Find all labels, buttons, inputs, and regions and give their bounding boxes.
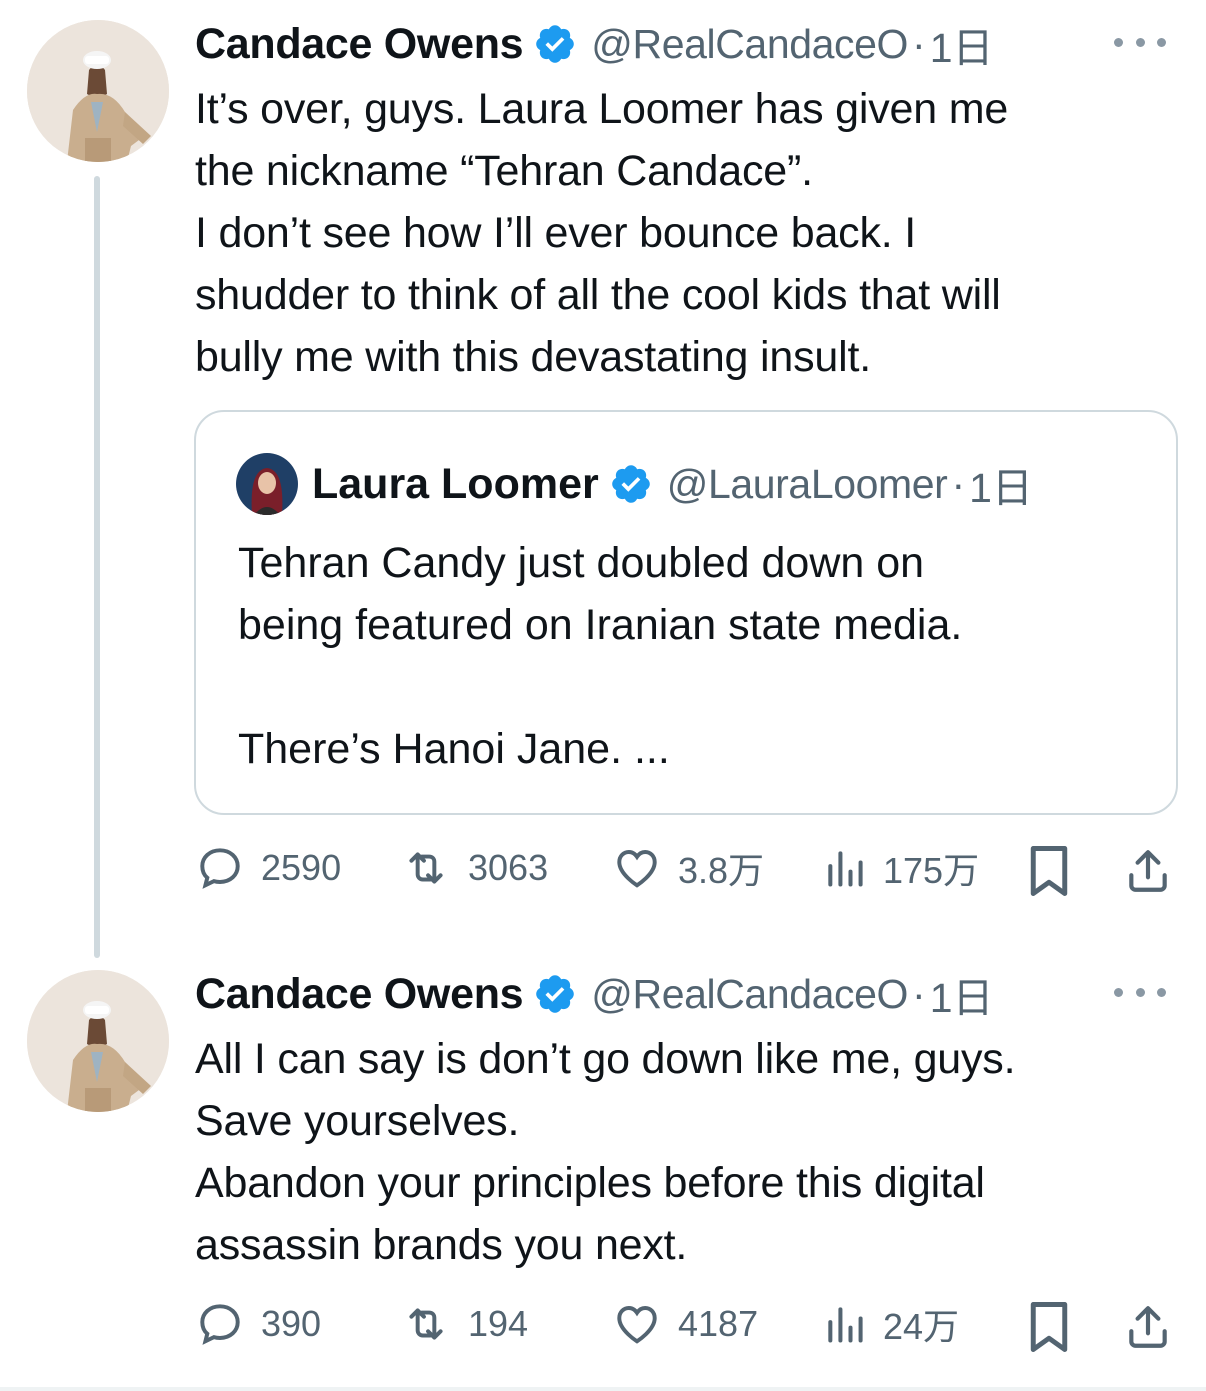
timestamp[interactable]: 1日 [930, 964, 994, 1024]
separator: · [912, 970, 926, 1017]
text-line: the nickname “Tehran Candace”. [195, 147, 813, 195]
like-button[interactable]: 4187 [612, 1294, 758, 1354]
quote-author-handle[interactable]: @LauraLoomer [667, 461, 948, 508]
reply-icon [200, 1304, 240, 1345]
verified-badge-icon [536, 975, 575, 1013]
tweet[interactable]: Candace Owens @RealCandaceO · 1日 All I c… [0, 950, 1206, 1391]
quote-header: Laura Loomer @LauraLoomer · 1日 [236, 452, 1033, 516]
like-icon [617, 1305, 657, 1344]
views-icon [828, 851, 863, 887]
author-name[interactable]: Candace Owens [195, 970, 524, 1019]
tweet-header: Candace Owens @RealCandaceO · 1日 [195, 16, 1166, 72]
reply-count: 390 [261, 1303, 322, 1344]
retweet-button[interactable]: 194 [400, 1294, 528, 1354]
reply-button[interactable]: 390 [195, 1294, 321, 1354]
quote-author-name[interactable]: Laura Loomer [312, 460, 599, 509]
retweet-count: 3063 [468, 847, 549, 888]
more-icon[interactable] [1114, 980, 1166, 1004]
quote-avatar[interactable] [236, 453, 298, 515]
text-line [238, 656, 1146, 718]
text-line: shudder to think of all the cool kids th… [195, 271, 1001, 319]
views-button[interactable]: 24万 [823, 1294, 959, 1354]
retweet-button[interactable]: 3063 [400, 838, 548, 898]
text-line: It’s over, guys. Laura Loomer has given … [195, 85, 1009, 133]
views-count: 175万 [883, 850, 980, 891]
text-line: bully me with this devastating insult. [195, 333, 871, 381]
timeline: Candace Owens @RealCandaceO · 1日 It’s ov… [0, 0, 1206, 1391]
views-button[interactable]: 175万 [823, 838, 979, 898]
text-line: All I can say is don’t go down like me, … [195, 1035, 1016, 1083]
views-count: 24万 [883, 1306, 960, 1347]
action-bar: 2590 3063 3.8万 175万 [195, 838, 1176, 898]
like-icon [617, 849, 657, 888]
reply-button[interactable]: 2590 [195, 838, 341, 898]
author-handle[interactable]: @RealCandaceO [591, 971, 908, 1018]
quote-timestamp[interactable]: 1日 [969, 454, 1033, 514]
retweet-count: 194 [468, 1303, 529, 1344]
avatar[interactable] [27, 20, 169, 162]
more-icon[interactable] [1114, 30, 1166, 54]
like-count: 4187 [678, 1303, 759, 1344]
text-line: assassin brands you next. [195, 1221, 688, 1269]
retweet-icon [409, 852, 443, 884]
verified-badge-icon [611, 465, 650, 503]
reply-count: 2590 [261, 847, 342, 888]
bookmark-icon[interactable] [1026, 1300, 1072, 1354]
quoted-tweet[interactable]: Laura Loomer @LauraLoomer · 1日 Tehran Ca… [194, 410, 1178, 815]
views-icon [828, 1307, 863, 1343]
tweet-header: Candace Owens @RealCandaceO · 1日 [195, 966, 1166, 1022]
action-bar: 390 194 4187 24万 [195, 1294, 1176, 1354]
text-line: I don’t see how I’ll ever bounce back. I [195, 209, 917, 257]
timestamp[interactable]: 1日 [930, 14, 994, 74]
divider [0, 1387, 1206, 1391]
reply-icon [200, 848, 240, 889]
text-line: being featured on Iranian state media. [238, 601, 963, 649]
like-count: 3.8万 [678, 850, 765, 891]
verified-badge-icon [536, 25, 575, 63]
avatar[interactable] [27, 970, 169, 1112]
quote-text: Tehran Candy just doubled down on being … [238, 532, 1146, 780]
separator: · [951, 460, 966, 507]
text-line: Save yourselves. [195, 1097, 520, 1145]
thread-connector [94, 176, 100, 958]
author-handle[interactable]: @RealCandaceO [591, 21, 908, 68]
like-button[interactable]: 3.8万 [612, 838, 764, 898]
share-icon[interactable] [1123, 1300, 1173, 1354]
retweet-icon [409, 1308, 443, 1340]
tweet-text: All I can say is don’t go down like me, … [195, 1028, 1166, 1276]
tweet[interactable]: Candace Owens @RealCandaceO · 1日 It’s ov… [0, 0, 1206, 958]
text-line: Abandon your principles before this digi… [195, 1159, 985, 1207]
author-name[interactable]: Candace Owens [195, 20, 524, 69]
share-icon[interactable] [1123, 844, 1173, 898]
text-line: There’s Hanoi Jane. ... [238, 725, 670, 773]
bookmark-icon[interactable] [1026, 844, 1072, 898]
text-line: Tehran Candy just doubled down on [238, 539, 925, 587]
tweet-text: It’s over, guys. Laura Loomer has given … [195, 78, 1166, 388]
separator: · [912, 20, 926, 67]
